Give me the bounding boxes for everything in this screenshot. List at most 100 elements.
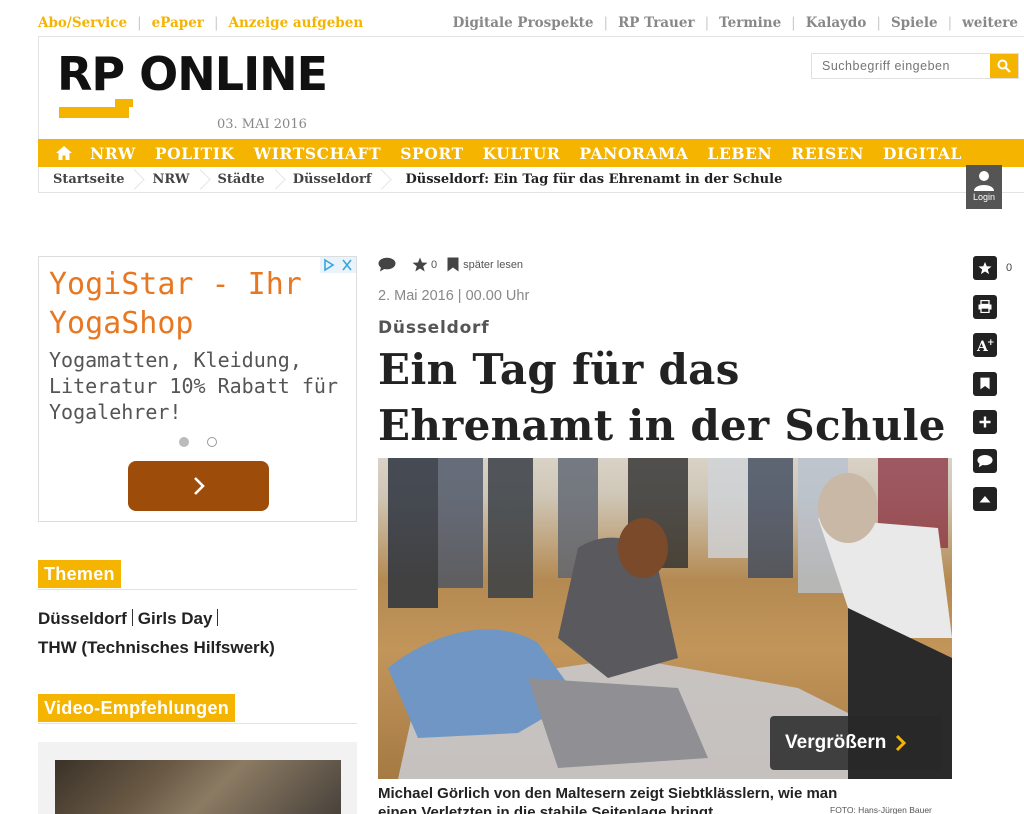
svg-text:+: + bbox=[987, 338, 994, 348]
breadcrumb: Startseite NRW Städte Düsseldorf Düsseld… bbox=[38, 167, 1024, 193]
topic-link-girls-day[interactable]: Girls Day bbox=[138, 609, 213, 628]
comment-icon[interactable] bbox=[378, 257, 396, 272]
video-section-header: Video-Empfehlungen bbox=[38, 694, 357, 724]
tool-comment-button[interactable] bbox=[973, 448, 997, 473]
photo-caption: Michael Görlich von den Maltesern zeigt … bbox=[378, 785, 838, 814]
main-navigation: NRW POLITIK WIRTSCHAFT SPORT KULTUR PANO… bbox=[38, 139, 1024, 167]
breadcrumb-item-staedte[interactable]: Städte bbox=[204, 167, 279, 193]
search-button[interactable] bbox=[990, 54, 1018, 78]
topic-separator bbox=[131, 609, 133, 626]
themen-list: Düsseldorf Girls Day THW (Technisches Hil… bbox=[38, 604, 357, 662]
util-separator: | bbox=[876, 15, 881, 31]
breadcrumb-item-startseite[interactable]: Startseite bbox=[39, 167, 138, 193]
site-header: RP ONLINE 03. MAI 2016 bbox=[38, 36, 1024, 139]
video-teaser[interactable] bbox=[38, 742, 357, 814]
header-date: 03. MAI 2016 bbox=[217, 117, 307, 132]
plus-icon bbox=[979, 416, 991, 428]
nav-home[interactable] bbox=[38, 139, 90, 167]
home-icon bbox=[56, 146, 72, 160]
tool-share-button[interactable] bbox=[973, 410, 997, 434]
tool-star-count: 0 bbox=[1006, 262, 1013, 274]
article-headline: Ein Tag für das Ehrenamt in der Schule bbox=[378, 345, 946, 450]
nav-item-kultur[interactable]: KULTUR bbox=[483, 144, 561, 163]
util-separator: | bbox=[603, 15, 609, 31]
util-separator: | bbox=[704, 15, 710, 31]
tool-favorite-button[interactable] bbox=[973, 256, 997, 280]
tool-bookmark-button[interactable] bbox=[973, 371, 997, 396]
enlarge-photo-button[interactable]: Vergrößern bbox=[770, 716, 942, 770]
breadcrumb-current: Düsseldorf: Ein Tag für das Ehrenamt in … bbox=[405, 172, 783, 187]
star-icon bbox=[978, 261, 992, 275]
ad-title: YogiStar - Ihr YogaShop bbox=[49, 267, 302, 341]
util-separator: | bbox=[137, 15, 142, 31]
topic-separator bbox=[217, 609, 219, 626]
ad-banner[interactable]: YogiStar - Ihr YogaShop Yogamatten, Klei… bbox=[38, 256, 357, 522]
util-link-trauer[interactable]: RP Trauer bbox=[618, 15, 695, 31]
chevron-right-icon bbox=[896, 734, 907, 752]
nav-item-panorama[interactable]: PANORAMA bbox=[579, 144, 688, 163]
tool-scroll-up-button[interactable] bbox=[973, 487, 997, 511]
tool-print-button[interactable] bbox=[973, 294, 997, 319]
user-icon bbox=[974, 171, 994, 191]
photo-credit: FOTO: Hans-Jürgen Bauer bbox=[830, 805, 932, 814]
nav-item-politik[interactable]: POLITIK bbox=[155, 144, 235, 163]
login-label: Login bbox=[972, 192, 996, 202]
scroll-up-icon bbox=[979, 496, 991, 503]
logo-accent-bar bbox=[115, 99, 133, 107]
util-link-weitere[interactable]: weitere bbox=[962, 15, 1018, 31]
tool-font-size-button[interactable]: A + bbox=[973, 333, 997, 357]
ad-close-icon bbox=[338, 257, 356, 273]
video-heading: Video-Empfehlungen bbox=[38, 694, 236, 722]
util-separator: | bbox=[791, 15, 796, 31]
carousel-dot[interactable] bbox=[207, 437, 217, 447]
nav-item-wirtschaft[interactable]: WIRTSCHAFT bbox=[254, 144, 382, 163]
util-link-epaper[interactable]: ePaper bbox=[152, 15, 204, 31]
nav-item-reisen[interactable]: REISEN bbox=[791, 144, 864, 163]
chevron-right-icon bbox=[193, 477, 205, 495]
themen-heading: Themen bbox=[38, 560, 121, 588]
video-thumbnail[interactable] bbox=[55, 760, 341, 814]
search-input[interactable] bbox=[812, 54, 992, 78]
print-icon bbox=[978, 300, 992, 313]
ad-text: Yogamatten, Kleidung, Literatur 10% Raba… bbox=[49, 348, 338, 424]
site-logo[interactable]: RP ONLINE 03. MAI 2016 bbox=[57, 47, 337, 132]
util-separator: | bbox=[213, 15, 219, 31]
topic-link-duesseldorf[interactable]: Düsseldorf bbox=[38, 609, 127, 628]
util-link-kalaydo[interactable]: Kalaydo bbox=[806, 15, 867, 31]
utility-bar: Abo/Service | ePaper | Anzeige aufgeben … bbox=[0, 0, 1024, 36]
ad-carousel-dots bbox=[179, 437, 217, 447]
search-box bbox=[811, 53, 1019, 79]
article-kicker: Düsseldorf bbox=[378, 318, 490, 338]
util-link-termine[interactable]: Termine bbox=[719, 15, 781, 31]
util-link-abo[interactable]: Abo/Service bbox=[38, 15, 127, 31]
comment-icon bbox=[977, 454, 993, 467]
util-link-prospekte[interactable]: Digitale Prospekte bbox=[453, 15, 594, 31]
login-button[interactable]: Login bbox=[966, 165, 1002, 209]
ad-next-button[interactable] bbox=[128, 461, 269, 511]
logo-wordmark: RP ONLINE bbox=[57, 47, 328, 101]
themen-section-header: Themen bbox=[38, 560, 357, 590]
nav-item-leben[interactable]: LEBEN bbox=[707, 144, 772, 163]
bookmark-icon[interactable] bbox=[447, 257, 459, 272]
breadcrumb-item-nrw[interactable]: NRW bbox=[138, 167, 203, 193]
font-size-icon: A + bbox=[976, 338, 994, 353]
breadcrumb-item-duesseldorf[interactable]: Düsseldorf bbox=[279, 167, 386, 193]
enlarge-label: Vergrößern bbox=[785, 732, 887, 753]
article-tools: A + bbox=[973, 256, 997, 526]
logo-accent-bar bbox=[59, 107, 129, 118]
article-actions: 0 später lesen bbox=[378, 257, 523, 272]
carousel-dot-active[interactable] bbox=[179, 437, 189, 447]
search-icon bbox=[997, 59, 1011, 73]
article-date: 2. Mai 2016 | 00.00 Uhr bbox=[378, 288, 530, 304]
util-link-spiele[interactable]: Spiele bbox=[891, 15, 938, 31]
star-icon[interactable] bbox=[412, 257, 428, 272]
article-star-count: 0 bbox=[431, 258, 438, 271]
topic-link-thw[interactable]: THW (Technisches Hilfswerk) bbox=[38, 638, 275, 657]
utility-links-left: Abo/Service | ePaper | Anzeige aufgeben bbox=[38, 15, 363, 31]
nav-item-digital[interactable]: DIGITAL bbox=[883, 144, 962, 163]
util-separator: | bbox=[947, 15, 953, 31]
util-link-anzeige[interactable]: Anzeige aufgeben bbox=[229, 15, 364, 31]
nav-item-sport[interactable]: SPORT bbox=[400, 144, 464, 163]
read-later-link[interactable]: später lesen bbox=[463, 259, 523, 271]
nav-item-nrw[interactable]: NRW bbox=[90, 144, 136, 163]
